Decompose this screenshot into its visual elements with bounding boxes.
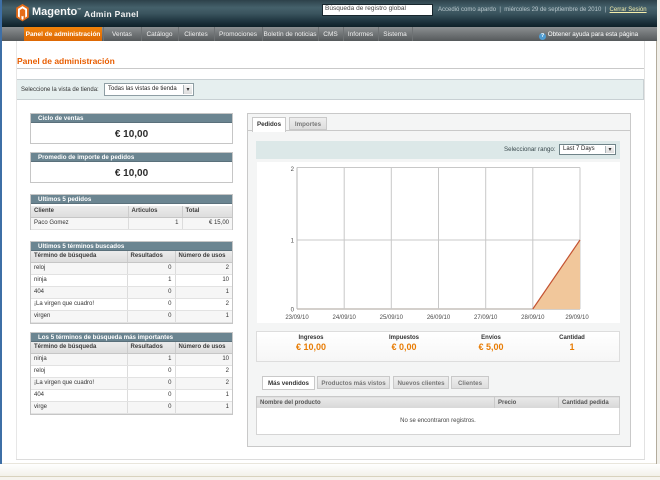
svg-text:23/09/10: 23/09/10	[285, 315, 309, 321]
svg-text:26/09/10: 26/09/10	[427, 315, 451, 321]
svg-text:24/09/10: 24/09/10	[333, 315, 357, 321]
svg-text:0: 0	[291, 308, 295, 314]
svg-text:1: 1	[291, 239, 295, 245]
svg-text:2: 2	[291, 167, 295, 173]
svg-text:27/09/10: 27/09/10	[474, 315, 498, 321]
svg-text:25/09/10: 25/09/10	[380, 315, 404, 321]
svg-text:28/09/10: 28/09/10	[521, 315, 545, 321]
svg-text:29/09/10: 29/09/10	[565, 315, 589, 321]
